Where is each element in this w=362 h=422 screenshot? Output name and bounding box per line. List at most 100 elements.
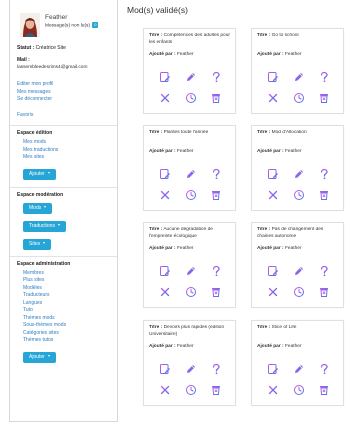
clock-icon[interactable]: [293, 384, 305, 396]
question-icon[interactable]: [318, 71, 330, 83]
clock-icon[interactable]: [293, 286, 305, 298]
admin-link-members[interactable]: Membres: [23, 270, 110, 278]
mod-author-label: Ajouté par :: [149, 344, 176, 349]
close-icon[interactable]: [159, 189, 171, 201]
clock-icon[interactable]: [185, 189, 197, 201]
sidebar: Feather Message(s) non lu(s) 0 Statut : …: [9, 0, 118, 422]
chevron-down-icon: [44, 206, 47, 209]
trash-icon[interactable]: [210, 286, 222, 298]
admin-link-translators[interactable]: Traducteurs: [23, 292, 110, 300]
question-icon[interactable]: [318, 265, 330, 277]
mod-actions: [267, 361, 330, 403]
my-translations-link[interactable]: Mes traductions: [23, 147, 110, 155]
trash-icon[interactable]: [210, 189, 222, 201]
admin-add-button[interactable]: Ajouter: [23, 351, 56, 363]
edit-document-icon[interactable]: [159, 265, 171, 277]
mod-author: Ajouté par : Feather: [257, 149, 338, 154]
clock-icon[interactable]: [293, 92, 305, 104]
admin-link-languages[interactable]: Langues: [23, 300, 110, 308]
admin-add-label: Ajouter: [29, 353, 45, 360]
pencil-icon[interactable]: [185, 71, 197, 83]
close-icon[interactable]: [267, 189, 279, 201]
admin-link-site-categories[interactable]: Catégories sites: [23, 330, 110, 338]
edition-title: Espace édition: [17, 130, 53, 136]
close-icon[interactable]: [159, 384, 171, 396]
admin-link-mod-themes[interactable]: Thèmes mods: [23, 315, 110, 323]
pencil-icon[interactable]: [293, 71, 305, 83]
admin-link-sites[interactable]: Plus sites: [23, 277, 110, 285]
admin-link-mod-subthemes[interactable]: Sous-thèmes mods: [23, 322, 110, 330]
question-icon[interactable]: [318, 168, 330, 180]
mod-actions: [267, 69, 330, 111]
question-icon[interactable]: [210, 168, 222, 180]
trash-icon[interactable]: [318, 189, 330, 201]
unread-messages-label: Message(s) non lu(s): [45, 23, 91, 29]
trash-icon[interactable]: [210, 384, 222, 396]
moderation-section: Espace modération Mods Traductions Sites: [17, 192, 110, 250]
logout-link[interactable]: Se déconnecter: [17, 96, 110, 104]
clock-icon[interactable]: [293, 189, 305, 201]
admin-link-models[interactable]: Modèles: [23, 285, 110, 293]
unread-messages[interactable]: Message(s) non lu(s) 0: [45, 22, 99, 30]
account-links: Editer mon profil Mes messages Se déconn…: [17, 81, 110, 104]
edition-add-button[interactable]: Ajouter: [23, 168, 56, 180]
my-messages-link[interactable]: Mes messages: [17, 89, 110, 97]
mod-author-value: Feather: [285, 149, 302, 154]
close-icon[interactable]: [267, 92, 279, 104]
user-status: Statut : Créatrice Site: [17, 45, 110, 51]
trash-icon[interactable]: [318, 92, 330, 104]
admin-link-tuto[interactable]: Tuto: [23, 307, 110, 315]
administration-title: Espace administration: [17, 260, 71, 267]
admin-link-tuto-themes[interactable]: Thèmes tutos: [23, 337, 110, 345]
clock-icon[interactable]: [185, 286, 197, 298]
edit-document-icon[interactable]: [267, 168, 279, 180]
moderation-title: Espace modération: [17, 191, 64, 198]
close-icon[interactable]: [159, 92, 171, 104]
trash-icon[interactable]: [318, 384, 330, 396]
edit-document-icon[interactable]: [159, 363, 171, 375]
pencil-icon[interactable]: [185, 363, 197, 375]
translations-dropdown-button[interactable]: Traductions: [23, 220, 66, 232]
mod-author-label: Ajouté par :: [257, 52, 284, 57]
pencil-icon[interactable]: [293, 363, 305, 375]
edit-profile-link[interactable]: Editer mon profil: [17, 81, 110, 89]
trash-icon[interactable]: [210, 92, 222, 104]
edit-document-icon[interactable]: [159, 71, 171, 83]
mod-title: Titre : Mod d'Allocation: [257, 130, 338, 144]
edit-document-icon[interactable]: [159, 168, 171, 180]
mod-author: Ajouté par : Feather: [149, 246, 230, 251]
question-icon[interactable]: [210, 71, 222, 83]
my-mods-link[interactable]: Mes mods: [23, 139, 110, 147]
edit-document-icon[interactable]: [267, 265, 279, 277]
trash-icon[interactable]: [318, 286, 330, 298]
mods-button-label: Mods: [29, 204, 42, 211]
status-value: Créatrice Site: [35, 45, 66, 51]
mod-actions: [159, 69, 222, 111]
edit-document-icon[interactable]: [267, 363, 279, 375]
favorites-link[interactable]: Favoris: [17, 112, 110, 120]
close-icon[interactable]: [267, 286, 279, 298]
pencil-icon[interactable]: [293, 168, 305, 180]
mod-title: Titre : Compétences des adultes pour les…: [149, 33, 230, 47]
my-sites-link[interactable]: Mes sites: [23, 154, 110, 162]
question-icon[interactable]: [318, 363, 330, 375]
clock-icon[interactable]: [185, 92, 197, 104]
mod-title: Titre : Go to school: [257, 33, 338, 47]
sites-dropdown-button[interactable]: Sites: [23, 238, 52, 250]
pencil-icon[interactable]: [185, 168, 197, 180]
mods-dropdown-button[interactable]: Mods: [23, 202, 53, 214]
mod-title-value: Compétences des adultes pour les enfants: [149, 33, 230, 45]
question-icon[interactable]: [210, 363, 222, 375]
question-icon[interactable]: [210, 265, 222, 277]
pencil-icon[interactable]: [293, 265, 305, 277]
mod-title-value: Plantes toute l'année: [163, 130, 209, 135]
edit-document-icon[interactable]: [267, 71, 279, 83]
close-icon[interactable]: [159, 286, 171, 298]
edition-add-label: Ajouter: [29, 170, 45, 177]
mod-card: Titre : Go to school Ajouté par : Feather: [251, 28, 344, 114]
clock-icon[interactable]: [185, 384, 197, 396]
avatar[interactable]: [20, 13, 40, 37]
divider: [10, 186, 117, 188]
pencil-icon[interactable]: [185, 265, 197, 277]
close-icon[interactable]: [267, 384, 279, 396]
